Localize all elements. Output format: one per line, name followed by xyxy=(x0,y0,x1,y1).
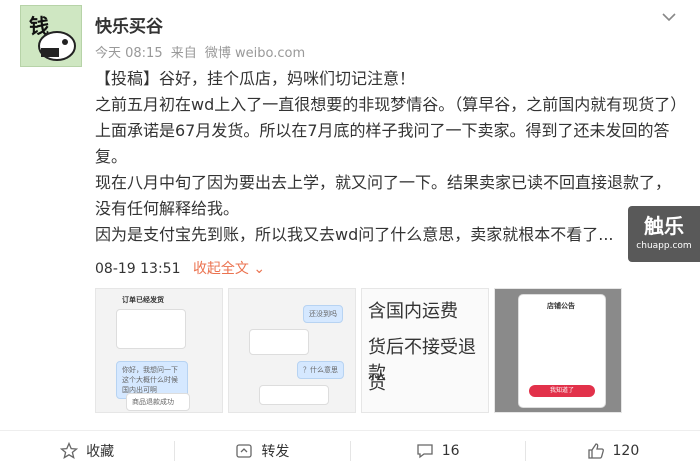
thumbs-up-icon xyxy=(587,443,604,459)
repost-icon xyxy=(236,444,253,458)
favorite-label: 收藏 xyxy=(86,444,115,460)
weibo-post: 钱 快乐买谷 今天 08:15 来自 微博 weibo.com 【投稿】谷好，挂… xyxy=(0,0,700,471)
thumbnail-2[interactable]: 还没到吗 ？什么意思 xyxy=(228,288,356,413)
post-line-4: 因为是支付宝先到账，所以我又去wd问了什么意思，卖家就根本不看了... xyxy=(95,225,614,244)
post-source[interactable]: 微博 weibo.com xyxy=(205,46,305,61)
post-line-2: 之前五月初在wd上入了一直很想要的非现梦情谷。（算早谷，之前国内就有现货了）上面… xyxy=(95,95,679,166)
thumb3-line-3: 货 xyxy=(368,373,386,394)
post-meta: 今天 08:15 来自 微博 weibo.com xyxy=(95,42,309,61)
post-footer: 08-19 13:51 收起全文 ⌄ xyxy=(95,258,265,278)
favorite-button[interactable]: 收藏 xyxy=(0,431,174,471)
star-icon xyxy=(60,442,79,459)
post-date: 08-19 13:51 xyxy=(95,261,181,277)
chevron-down-icon xyxy=(662,13,676,22)
thumb3-line-2: 货后不接受退款 xyxy=(368,337,476,384)
avatar-illustration xyxy=(38,31,76,61)
thumbnail-3[interactable]: 含国内运费 货后不接受退款 货 xyxy=(361,288,489,413)
thumb4-title: 店铺公告 xyxy=(547,302,575,310)
post-content: 【投稿】谷好，挂个瓜店，妈咪们切记注意！ 之前五月初在wd上入了一直很想要的非现… xyxy=(95,66,685,248)
thumb4-button: 我知道了 xyxy=(529,385,595,397)
image-gallery: 订单已经发货 你好，我想问一下这个大概什么时候国内出可啊 商品退款成功 还没到吗… xyxy=(95,288,625,413)
thumb4-notice: 店铺公告 我知道了 xyxy=(519,295,605,407)
thumb2-bubble-1: 还没到吗 xyxy=(303,305,343,323)
thumbnail-1[interactable]: 订单已经发货 你好，我想问一下这个大概什么时候国内出可啊 商品退款成功 xyxy=(95,288,223,413)
like-button[interactable]: 120 xyxy=(526,431,700,471)
thumb2-refund-card xyxy=(259,385,329,405)
thumb1-order-card xyxy=(116,309,186,349)
repost-label: 转发 xyxy=(261,444,290,460)
thumb1-title: 订单已经发货 xyxy=(122,296,164,304)
comment-count: 16 xyxy=(441,443,460,459)
user-name[interactable]: 快乐买谷 xyxy=(95,12,163,37)
post-line-1: 【投稿】谷好，挂个瓜店，妈咪们切记注意！ xyxy=(95,69,416,88)
thumb3-line-1: 含国内运费 xyxy=(368,301,458,322)
comment-icon xyxy=(417,444,433,459)
thumb1-refund: 商品退款成功 xyxy=(126,393,190,411)
source-prefix: 来自 xyxy=(170,46,197,61)
watermark-title: 触乐 xyxy=(644,214,684,238)
action-bar: 收藏 转发 16 120 xyxy=(0,430,700,471)
post-time: 今天 08:15 xyxy=(95,46,163,61)
post-tag: 【投稿】 xyxy=(95,69,160,88)
more-options-button[interactable] xyxy=(658,8,680,26)
like-count: 120 xyxy=(612,443,640,459)
thumb2-bubble-2: ？什么意思 xyxy=(297,361,344,379)
collapse-arrow-icon: ⌄ xyxy=(253,261,266,277)
watermark-sub: chuapp.com xyxy=(636,241,692,251)
thumb2-reply xyxy=(249,329,309,355)
comment-button[interactable]: 16 xyxy=(351,431,525,471)
repost-button[interactable]: 转发 xyxy=(175,431,349,471)
thumbnail-4[interactable]: 店铺公告 我知道了 xyxy=(494,288,622,413)
post-line-3: 现在八月中旬了因为要出去上学，就又问了一下。结果卖家已读不回直接退款了，没有任何… xyxy=(95,173,672,218)
avatar[interactable]: 钱 xyxy=(20,5,82,67)
collapse-link[interactable]: 收起全文 ⌄ xyxy=(193,261,265,277)
watermark: 触乐 chuapp.com xyxy=(628,206,700,262)
